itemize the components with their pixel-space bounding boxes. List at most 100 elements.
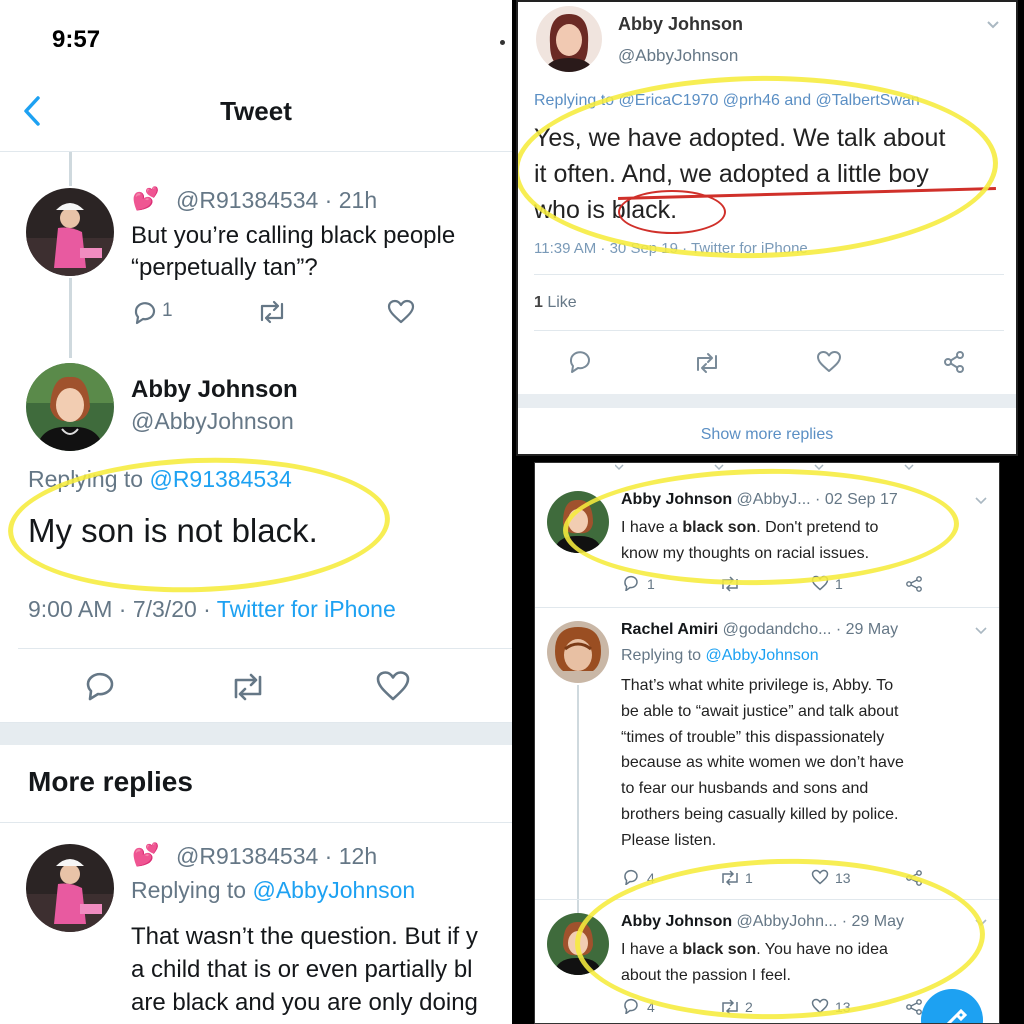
divider [534, 274, 1004, 275]
tweet-text-line: who is black. [534, 196, 678, 224]
share-icon[interactable] [905, 575, 923, 593]
tweet-handle-time[interactable]: @R91384534 · 12h [176, 843, 377, 870]
divider [534, 330, 1004, 331]
tweet-header: Abby Johnson @AbbyJ... · 02 Sep 17 [621, 491, 898, 509]
text-segment: I have a [621, 519, 683, 536]
text-segment: . Don't pretend to [756, 519, 879, 536]
likes-label: Like [542, 294, 577, 311]
retweet-count: 1 [745, 870, 753, 886]
share-icon[interactable] [942, 350, 966, 374]
tweet-timestamp-line: 9:00 AM · 7/3/20 · Twitter for iPhone [28, 596, 396, 623]
user-avatar[interactable] [26, 844, 114, 932]
header-divider [0, 151, 512, 152]
retweet-icon[interactable] [719, 999, 741, 1015]
user-avatar[interactable] [26, 188, 114, 276]
chevron-down-icon[interactable] [975, 497, 987, 505]
like-heart-icon[interactable] [811, 575, 829, 591]
replying-to-line: Replying to @AbbyJohnson [621, 647, 819, 665]
text-segment: . You have no idea [756, 941, 888, 958]
tweet-text-line: it often. And, we adopted a little boy [534, 160, 929, 188]
handle-date[interactable]: @godandcho... · 29 May [718, 621, 898, 638]
author-name[interactable]: Abby Johnson [131, 376, 298, 404]
tweet-timestamp: 9:00 AM · 7/3/20 · [28, 596, 217, 622]
handle-date[interactable]: @AbbyJohn... · 29 May [732, 913, 904, 930]
chevron-down-icon[interactable] [975, 627, 987, 635]
replying-to-link[interactable]: @AbbyJohnson [252, 877, 415, 903]
like-heart-icon[interactable] [816, 350, 842, 374]
author-name[interactable]: Abby Johnson [618, 14, 743, 35]
tweet-text: I have a black son. You have no idea abo… [621, 937, 888, 989]
author-handle[interactable]: @AbbyJohnson [618, 46, 738, 66]
tweet-text: But you’re calling black people “perpetu… [131, 220, 455, 285]
tweet-text-line: to fear our husbands and sons and [621, 780, 869, 798]
tweet-text-line: That wasn’t the question. But if y [131, 923, 478, 950]
more-replies-heading: More replies [28, 766, 193, 797]
main-tweet-text: My son is not black. [28, 512, 318, 549]
like-heart-icon[interactable] [811, 998, 829, 1014]
tweet-text-line: about the passion I feel. [621, 967, 791, 984]
reply-icon[interactable] [623, 869, 641, 885]
share-icon[interactable] [905, 869, 923, 887]
bottom-right-screenshot-panel: Abby Johnson @AbbyJ... · 02 Sep 17 I hav… [534, 462, 1000, 1024]
text-segment: I have a [621, 941, 683, 958]
tweet-text-line: I have a black son. You have no idea [621, 937, 888, 963]
retweet-icon[interactable] [228, 672, 268, 702]
tweet-text-line: because as white women we don’t have [621, 754, 904, 772]
tweet-text: That wasn’t the question. But if y a chi… [131, 920, 478, 1019]
replying-prefix: Replying to [131, 877, 253, 903]
tweet-text-line: a child that is or even partially bl [131, 956, 473, 983]
tweet-divider [535, 607, 999, 608]
likes-count-line[interactable]: 1 Like [534, 294, 577, 312]
author-handle[interactable]: @AbbyJohnson [131, 408, 294, 435]
thread-line [69, 152, 72, 186]
thread-line [69, 278, 72, 358]
left-screenshot-panel: 9:57 Tweet 💕 @R91384534 · 21h But you’re… [0, 0, 512, 1024]
tweet-source-link[interactable]: Twitter for iPhone [217, 596, 396, 622]
author-name[interactable]: Rachel Amiri [621, 621, 718, 638]
abby-johnson-avatar[interactable] [547, 491, 609, 553]
compose-icon [946, 1008, 968, 1023]
replying-to-link[interactable]: @AbbyJohnson [706, 647, 819, 664]
abby-johnson-avatar[interactable] [547, 913, 609, 975]
author-name[interactable]: Abby Johnson [621, 491, 732, 508]
retweet-icon[interactable] [256, 300, 288, 324]
replying-to-link[interactable]: @R91384534 [149, 466, 291, 492]
tweet-timestamp: 11:39 AM · 30 Sep 19 · Twitter for iPhon… [534, 240, 808, 257]
retweet-icon[interactable] [692, 352, 722, 374]
compose-fab-button[interactable] [921, 989, 983, 1023]
text-bold-segment: black son [682, 519, 757, 536]
page-title: Tweet [220, 96, 292, 126]
reply-icon[interactable] [568, 350, 594, 374]
tweet-divider [535, 899, 999, 900]
chevron-down-icon[interactable] [986, 20, 1000, 30]
handle-date[interactable]: @AbbyJ... · 02 Sep 17 [732, 491, 898, 508]
like-heart-icon[interactable] [387, 299, 415, 325]
tweet-text-line: Yes, we have adopted. We talk about [534, 124, 946, 152]
replying-to-line[interactable]: Replying to @EricaC1970 @prh46 and @Talb… [534, 92, 920, 110]
tweet-text-line: I have a black son. Don't pretend to [621, 515, 878, 541]
tweet-text: I have a black son. Don't pretend to kno… [621, 515, 878, 567]
abby-johnson-avatar[interactable] [26, 363, 114, 451]
section-gap [518, 394, 1016, 408]
chevron-down-icon[interactable] [975, 919, 987, 927]
replying-prefix: Replying to [621, 647, 706, 664]
replying-prefix: Replying to [28, 466, 150, 492]
reply-icon[interactable] [623, 575, 641, 591]
like-heart-icon[interactable] [375, 670, 411, 702]
tweet-text-line: are black and you are only doing [131, 989, 478, 1016]
abby-johnson-avatar[interactable] [536, 6, 602, 72]
tweet-handle-time[interactable]: @R91384534 · 21h [176, 187, 377, 214]
rachel-amiri-avatar[interactable] [547, 621, 609, 683]
retweet-icon[interactable] [719, 576, 741, 592]
heart-emoji: 💕 [132, 186, 160, 211]
retweet-count: 2 [745, 999, 753, 1015]
show-more-replies-link[interactable]: Show more replies [518, 426, 1016, 444]
tweet-text-line: Please listen. [621, 831, 717, 849]
author-name[interactable]: Abby Johnson [621, 913, 732, 930]
like-heart-icon[interactable] [811, 869, 829, 885]
reply-icon[interactable] [623, 998, 641, 1014]
reply-icon[interactable] [84, 670, 118, 702]
retweet-icon[interactable] [719, 870, 741, 886]
replying-to-line: Replying to @R91384534 [28, 466, 292, 493]
reply-icon[interactable] [132, 299, 158, 325]
